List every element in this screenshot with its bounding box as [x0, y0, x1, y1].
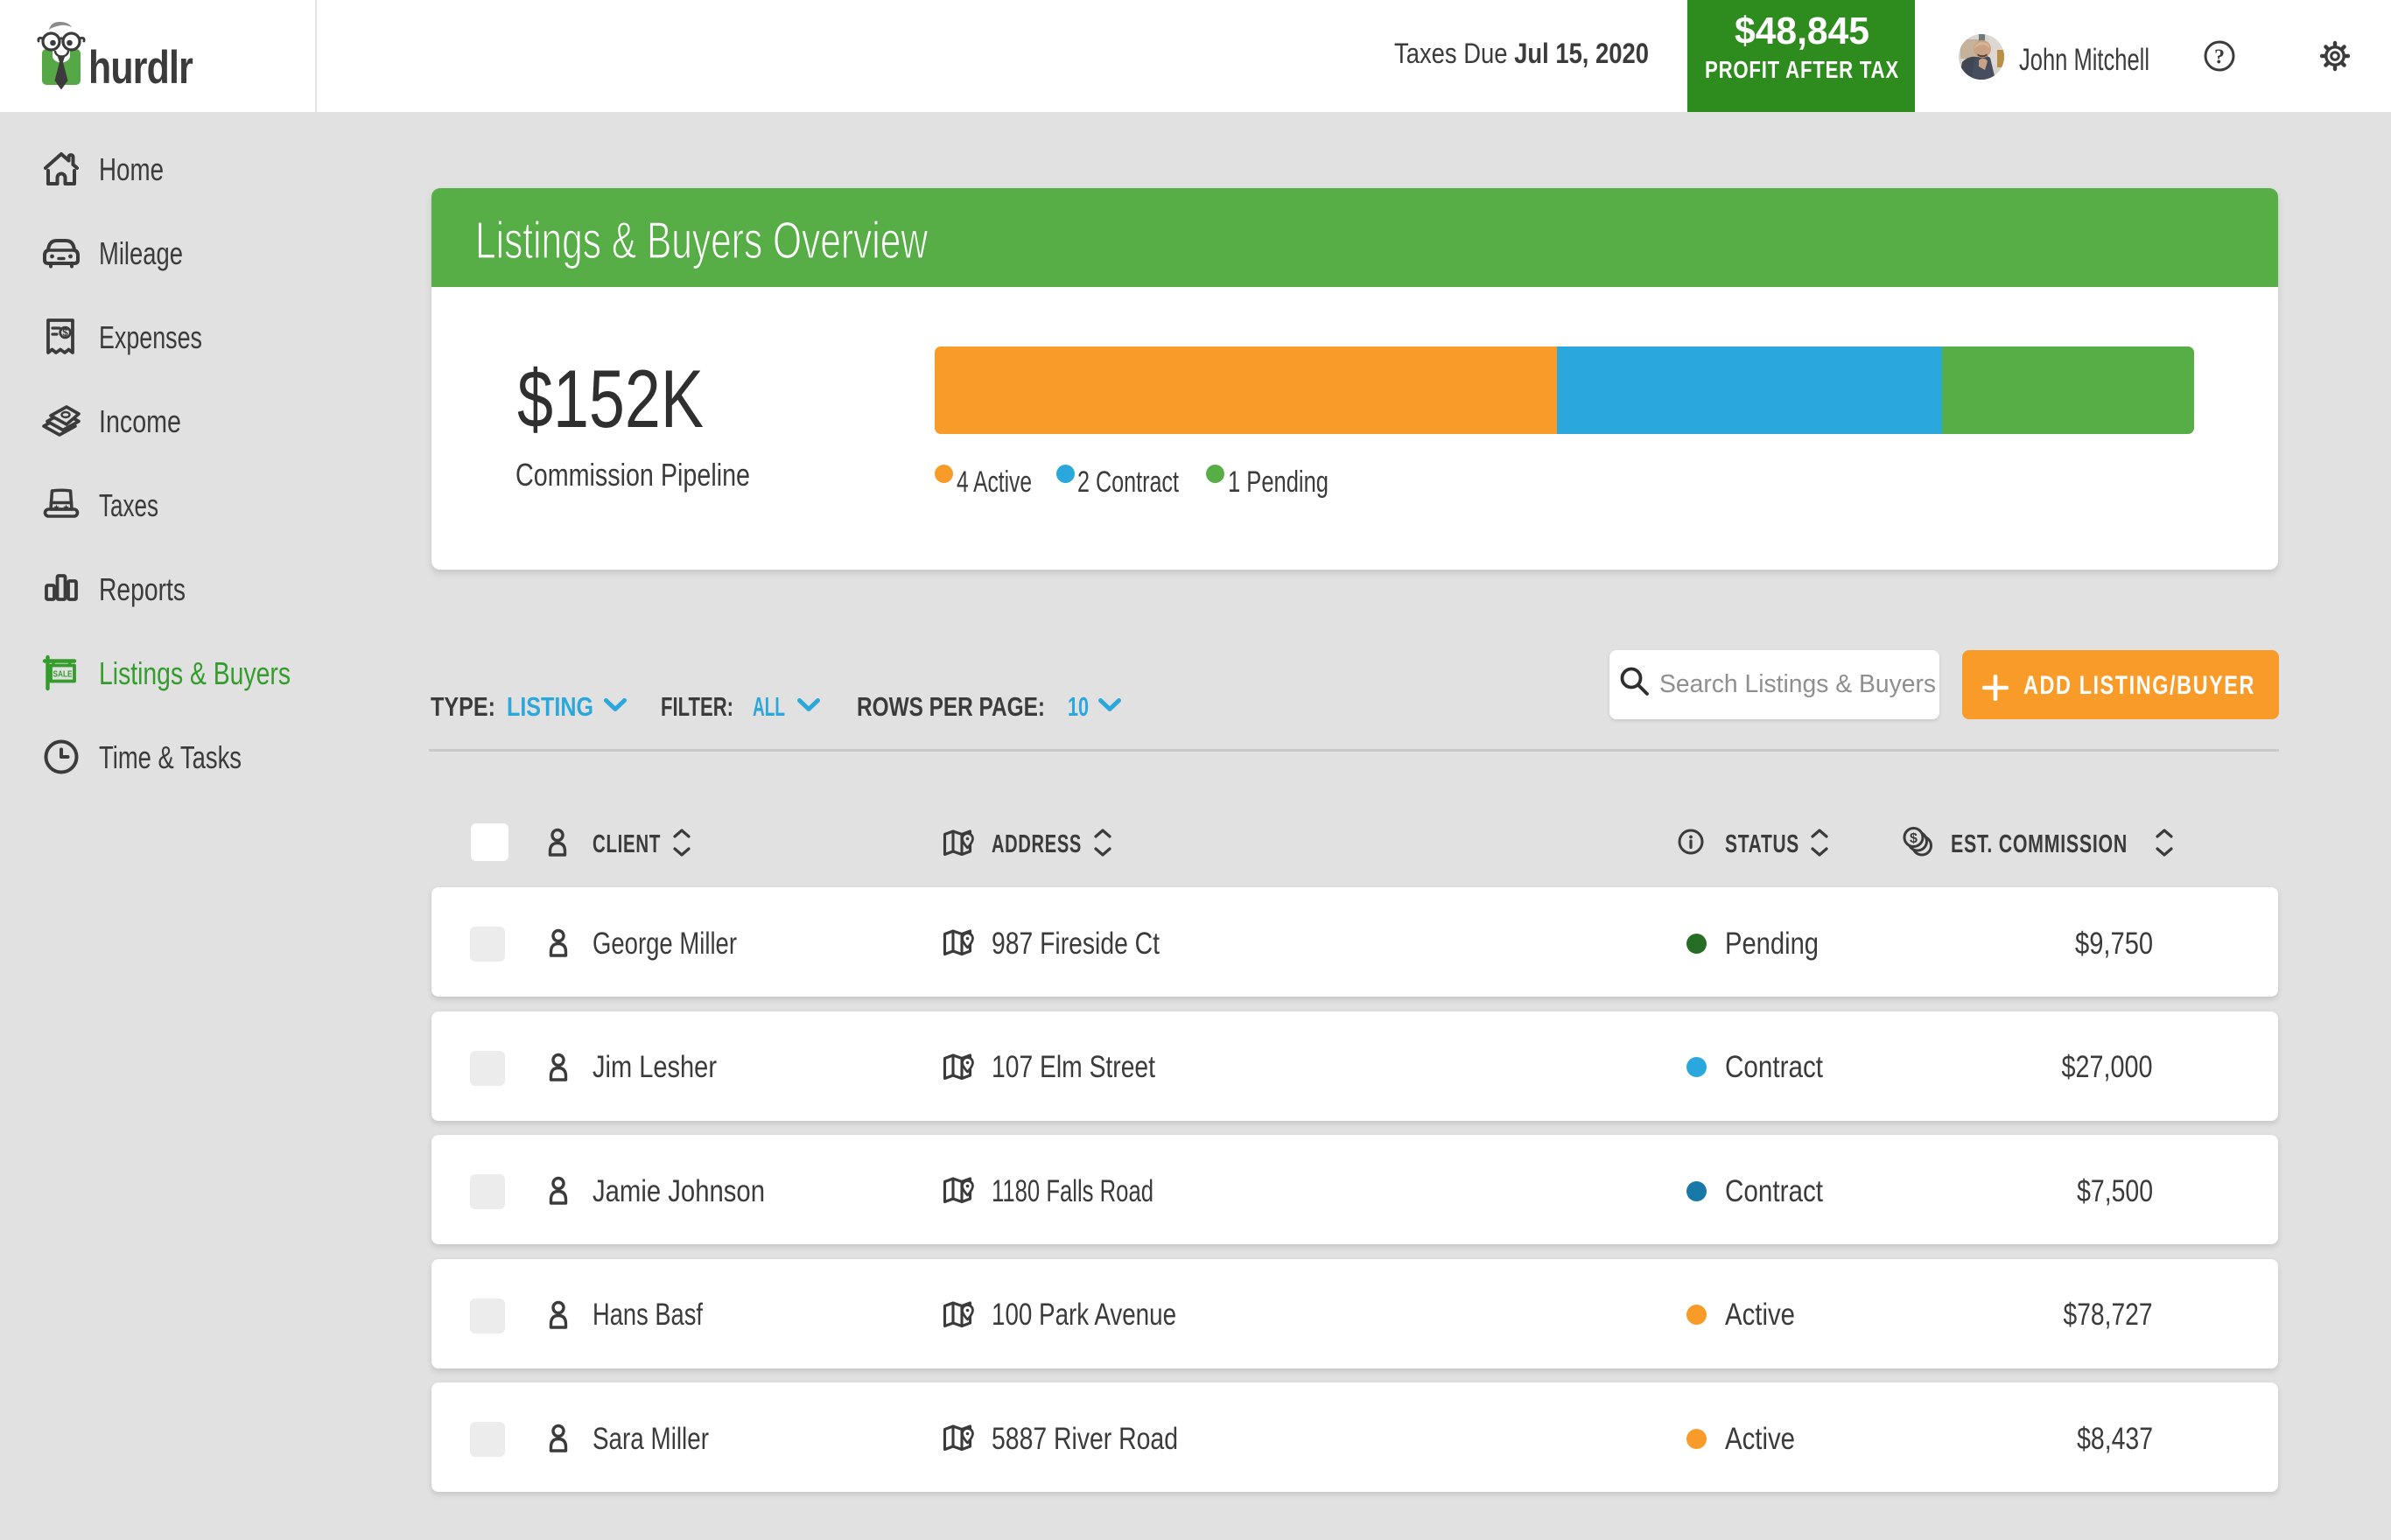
svg-text:$: $ — [62, 328, 68, 339]
svg-text:$: $ — [1910, 831, 1918, 846]
svg-text:?: ? — [2214, 46, 2225, 69]
svg-text:SALE: SALE — [53, 670, 73, 680]
